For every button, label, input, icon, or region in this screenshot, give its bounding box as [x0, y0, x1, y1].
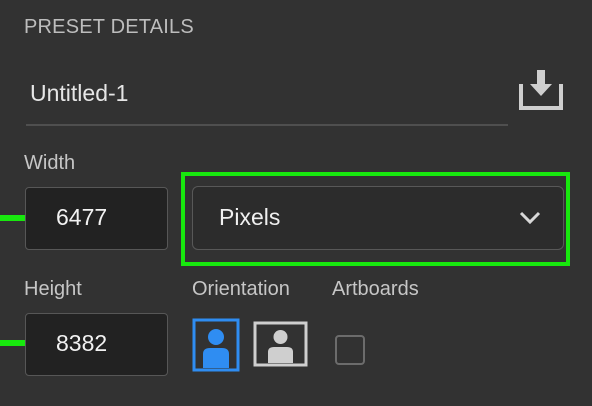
portrait-orientation-button[interactable] — [192, 318, 240, 372]
chevron-down-icon — [519, 211, 541, 225]
landscape-orientation-button[interactable] — [253, 321, 308, 367]
preset-name-field[interactable]: Untitled-1 — [26, 72, 508, 126]
height-value[interactable]: 8382 — [56, 330, 107, 357]
units-select-value: Pixels — [219, 204, 281, 230]
section-title: PRESET DETAILS — [24, 16, 194, 38]
save-preset-icon — [519, 70, 563, 110]
artboards-checkbox[interactable] — [335, 335, 365, 365]
landscape-icon — [253, 321, 308, 367]
width-input[interactable]: 6477 — [25, 187, 168, 250]
preset-name-text[interactable]: Untitled-1 — [30, 80, 128, 107]
height-label: Height — [24, 278, 82, 300]
save-preset-button[interactable] — [514, 66, 566, 114]
artboards-label: Artboards — [332, 278, 419, 300]
height-input[interactable]: 8382 — [25, 313, 168, 376]
width-value[interactable]: 6477 — [56, 204, 107, 231]
width-label: Width — [24, 152, 76, 174]
preset-details-panel: PRESET DETAILS Untitled-1 Width 6477 Pix… — [0, 0, 592, 406]
orientation-label: Orientation — [192, 278, 290, 300]
units-select[interactable]: Pixels — [192, 186, 564, 250]
portrait-icon — [192, 318, 240, 372]
